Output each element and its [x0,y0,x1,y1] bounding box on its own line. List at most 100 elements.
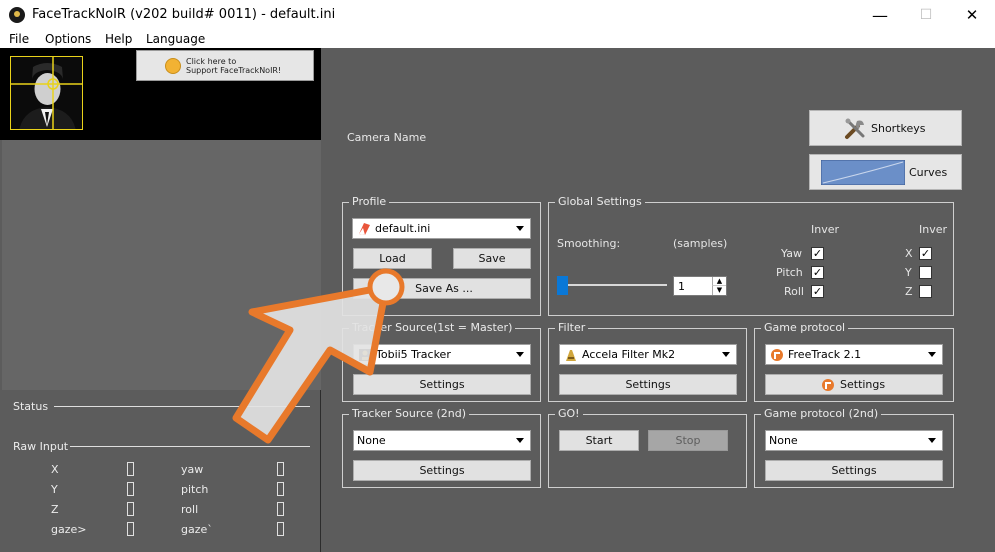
yaw-label: Yaw [781,247,802,260]
raw-label-pitch: pitch [181,483,209,496]
chevron-down-icon [722,352,730,357]
tracker-source-title: Tracker Source(1st = Master) [349,321,516,334]
shortkeys-label: Shortkeys [871,122,926,135]
menu-options[interactable]: Options [45,32,91,46]
shortkeys-button[interactable]: Shortkeys [809,110,962,146]
game-protocol-value: FreeTrack 2.1 [788,348,862,361]
maximize-button[interactable]: ☐ [903,0,949,31]
raw-label-roll: roll [181,503,199,516]
raw-input-divider [70,446,310,447]
tracker-source-value: Tobii5 Tracker [376,348,451,361]
curves-label: Curves [909,166,948,179]
menu-help[interactable]: Help [105,32,132,46]
support-button-label: Click here to Support FaceTrackNoIR! [186,57,282,75]
menu-language[interactable]: Language [146,32,205,46]
global-settings-group: Global Settings [548,195,954,316]
global-settings-title: Global Settings [555,195,645,208]
game-protocol-2nd-title: Game protocol (2nd) [761,407,882,420]
raw-value-gaze-x [127,522,134,536]
game-protocol-select[interactable]: FreeTrack 2.1 [765,344,943,365]
tools-icon [845,118,865,139]
smoothing-value: 1 [678,280,685,293]
camera-name-label: Camera Name [347,131,427,144]
game-protocol-2nd-settings-button[interactable]: Settings [765,460,943,481]
raw-value-z [127,502,134,516]
invert-roll-checkbox[interactable]: ✓ [811,285,824,298]
raw-value-pitch [277,482,284,496]
game-protocol-2nd-select[interactable]: None [765,430,943,451]
raw-value-y [127,482,134,496]
stop-button[interactable]: Stop [648,430,728,451]
invert-header-translation: Inver [919,223,948,236]
go-group: GO! [548,407,747,488]
freetrack-icon [822,379,834,391]
raw-label-gaze-y: gaze` [181,523,213,536]
go-title: GO! [555,407,583,420]
invert-pitch-checkbox[interactable]: ✓ [811,266,824,279]
filter-select[interactable]: Accela Filter Mk2 [559,344,737,365]
face-preview [10,56,83,130]
game-protocol-title: Game protocol [761,321,849,334]
close-button[interactable]: ✕ [949,0,995,31]
raw-label-yaw: yaw [181,463,204,476]
x-axis-label: X [905,247,913,260]
save-button[interactable]: Save [453,248,531,269]
tracker-settings-button[interactable]: Settings [353,374,531,395]
tracker-source-2nd-select[interactable]: None [353,430,531,451]
app-icon [9,7,25,23]
chevron-down-icon [928,352,936,357]
filter-value: Accela Filter Mk2 [582,348,676,361]
chevron-down-icon [516,226,524,231]
chevron-down-icon [928,438,936,443]
filter-settings-button[interactable]: Settings [559,374,737,395]
smoothing-slider-thumb[interactable] [557,276,568,295]
filter-icon [566,350,576,361]
spin-down-icon[interactable]: ▼ [712,286,726,295]
invert-x-checkbox[interactable]: ✓ [919,247,932,260]
profile-file-icon [359,223,370,235]
game-protocol-2nd-value: None [769,434,798,447]
tracker-2nd-settings-button[interactable]: Settings [353,460,531,481]
video-area [2,140,321,390]
invert-yaw-checkbox[interactable]: ✓ [811,247,824,260]
smiley-icon [165,58,181,74]
raw-value-roll [277,502,284,516]
invert-y-checkbox[interactable] [919,266,932,279]
window-title: FaceTrackNoIR (v202 build# 0011) - defau… [32,7,336,22]
z-axis-label: Z [905,285,913,298]
raw-value-gaze-y [277,522,284,536]
tracker-source-select[interactable]: Tobii5 Tracker [353,344,531,365]
raw-value-x [127,462,134,476]
status-label: Status [13,400,49,413]
profile-select-value: default.ini [375,222,431,235]
minimize-button[interactable]: — [857,0,903,31]
raw-label-y: Y [51,483,58,496]
samples-label: (samples) [673,237,728,250]
raw-input-label: Raw Input [13,440,69,453]
y-axis-label: Y [905,266,912,279]
curves-graph-icon [821,160,905,185]
game-protocol-settings-button[interactable]: Settings [765,374,943,395]
profile-select[interactable]: default.ini [352,218,531,239]
game-protocol-settings-label: Settings [840,378,886,391]
chevron-down-icon [516,352,524,357]
curves-button[interactable]: Curves [809,154,962,190]
status-divider [54,406,310,407]
pitch-label: Pitch [776,266,803,279]
load-button[interactable]: Load [353,248,432,269]
raw-value-yaw [277,462,284,476]
tracker-icon [359,349,371,361]
face-silhouette-icon [11,57,82,129]
start-button[interactable]: Start [559,430,639,451]
save-as-button[interactable]: Save As ... [353,278,531,299]
freetrack-icon [771,349,783,361]
invert-z-checkbox[interactable] [919,285,932,298]
profile-title: Profile [349,195,390,208]
smoothing-spinbox[interactable]: 1 ▲ ▼ [673,276,727,296]
support-button[interactable]: Click here to Support FaceTrackNoIR! [136,50,314,81]
spin-up-icon[interactable]: ▲ [712,277,726,286]
raw-label-gaze-x: gaze> [51,523,87,536]
smoothing-slider-track[interactable] [560,284,667,286]
menu-file[interactable]: File [9,32,29,46]
raw-label-x: X [51,463,59,476]
